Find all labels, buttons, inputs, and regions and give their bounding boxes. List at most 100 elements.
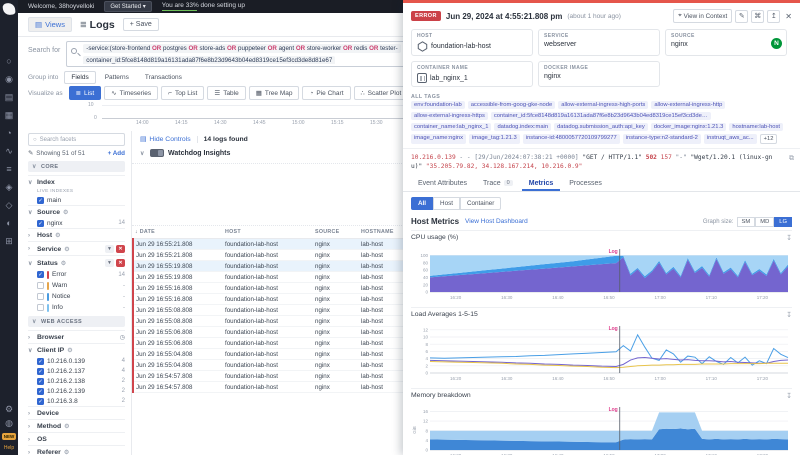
view-host-dashboard-link[interactable]: View Host Dashboard	[465, 218, 528, 225]
tag[interactable]: instruqt_aws_ac...	[703, 134, 757, 144]
tag[interactable]: image_name:nginx	[411, 134, 466, 144]
viz-list[interactable]: ≣ List	[68, 86, 102, 100]
integrations-icon[interactable]: ⊞	[5, 237, 14, 246]
facet-value-10-216-2-137[interactable]: ✓ 10.216.2.137 4	[28, 366, 125, 376]
checkbox[interactable]: ✓	[37, 196, 44, 204]
viz-pie-chart[interactable]: ◔ Pie Chart	[302, 86, 351, 100]
setup-progress[interactable]: You are 33% done setting up	[161, 2, 245, 11]
graph-size-sm[interactable]: SM	[736, 216, 756, 227]
gear-icon[interactable]: ⚙	[64, 423, 69, 430]
shortcuts-icon[interactable]: ⌘	[751, 9, 765, 23]
scope-all[interactable]: All	[411, 196, 434, 210]
graph-size-md[interactable]: MD	[755, 216, 775, 227]
facet-value-10-216-2-139[interactable]: ✓ 10.216.2.139 2	[28, 386, 125, 396]
clock-icon[interactable]: ◷	[120, 334, 125, 341]
facet-value-info[interactable]: Info -	[28, 302, 125, 313]
tab-metrics[interactable]: Metrics	[522, 176, 561, 191]
tab-event-attributes[interactable]: Event Attributes	[411, 176, 474, 191]
checkbox[interactable]: ✓	[37, 219, 44, 227]
get-started-button[interactable]: Get Started ▾	[104, 1, 152, 12]
viz-table[interactable]: ☰ Table	[207, 86, 246, 100]
tag[interactable]: datadog.index:main	[494, 123, 552, 131]
tag[interactable]: hostname:lab-host	[729, 123, 784, 131]
facet-value-warn[interactable]: Warn -	[28, 280, 125, 291]
chart-cpu[interactable]: 0 20 40 60 80 100 Log 16:20 16:30 16:40 16:50 17:00…	[411, 243, 792, 301]
checkbox[interactable]: ✓	[37, 377, 44, 385]
chart-memory[interactable]: 0481216GiBLog16:2016:3016:4016:5017:0017…	[411, 401, 792, 455]
tab-trace[interactable]: Trace 0	[476, 176, 520, 191]
tab-processes[interactable]: Processes	[562, 176, 609, 191]
facet-value-error[interactable]: ✓ Error 14	[28, 269, 125, 280]
facet-os[interactable]: › OS	[28, 432, 125, 445]
view-in-context-button[interactable]: ⌖ View in Context	[673, 9, 733, 23]
card-docker-image[interactable]: DOCKER IMAGE nginx	[538, 61, 660, 87]
viz-scatter-plot[interactable]: ∴ Scatter Plot	[353, 86, 409, 100]
gear-icon[interactable]: ⚙	[67, 347, 72, 354]
checkbox[interactable]	[37, 304, 44, 311]
filter-icon[interactable]: ▼	[105, 245, 114, 253]
facet-device[interactable]: › Device	[28, 406, 125, 419]
edit-icon[interactable]: ✎	[28, 150, 33, 157]
tag[interactable]: container_id:5fce8148d819a16131ada87f6e8…	[490, 112, 711, 120]
download-icon[interactable]: ↧	[786, 392, 792, 400]
facet-value-main[interactable]: ✓ main	[28, 195, 125, 205]
facet-group-web-access[interactable]: ∨ WEB ACCESS	[28, 316, 125, 327]
facet-browser[interactable]: › Browser ◷	[28, 330, 125, 343]
dashboards-icon[interactable]: ▤	[5, 93, 14, 102]
tag[interactable]: allow-external-ingress-http	[651, 101, 726, 109]
synthetics-icon[interactable]: ◇	[5, 201, 14, 210]
facet-value-notice[interactable]: Notice -	[28, 291, 125, 302]
checkbox[interactable]: ✓	[37, 397, 44, 405]
facet-source[interactable]: ∨ Source ⚙	[28, 205, 125, 218]
chart-load[interactable]: 0 2 4 6 8 10 12 Log 16:20 16:30 16:40 16:50 17:00 17:…	[411, 320, 792, 382]
tag[interactable]: allow-external-ingress-high-ports	[558, 101, 649, 109]
facet-client-ip[interactable]: ∨ Client IP ⚙	[28, 343, 125, 356]
copy-icon[interactable]: ⧉	[789, 153, 794, 164]
checkbox[interactable]: ✓	[37, 367, 44, 375]
tag[interactable]: image_tag:1.21.3	[468, 134, 520, 144]
facet-method[interactable]: › Method ⚙	[28, 419, 125, 432]
hide-controls-link[interactable]: ▤ Hide Controls	[140, 135, 191, 144]
column-header-host[interactable]: HOST	[223, 226, 313, 239]
column-header-source[interactable]: SOURCE	[313, 226, 359, 239]
views-button[interactable]: ▤ Views	[28, 17, 72, 32]
remove-facet-icon[interactable]: ✕	[116, 259, 125, 267]
graph-size-lg[interactable]: LG	[774, 216, 792, 227]
scope-host[interactable]: Host	[433, 196, 460, 210]
tag[interactable]: instance-type:n2-standard-2	[622, 134, 701, 144]
checkbox[interactable]: ✓	[37, 271, 44, 278]
logs-icon[interactable]: ≡	[5, 165, 14, 174]
group-tab-transactions[interactable]: Transactions	[138, 71, 189, 84]
search-icon[interactable]: ○	[5, 57, 14, 66]
export-icon[interactable]: ↥	[767, 9, 781, 23]
card-service[interactable]: SERVICE webserver	[538, 29, 660, 56]
tag[interactable]: instance-id:4800057720109799277	[522, 134, 620, 144]
search-token[interactable]: -service:(store-frontend OR postgres OR …	[83, 44, 401, 53]
checkbox[interactable]: ✓	[37, 387, 44, 395]
viz-timeseries[interactable]: ∿ Timeseries	[104, 86, 159, 100]
checkbox[interactable]	[37, 282, 44, 289]
settings-icon[interactable]: ⚙	[5, 405, 13, 414]
close-icon[interactable]: ✕	[785, 12, 792, 21]
column-header-date[interactable]: ↓ DATE	[133, 226, 223, 239]
tag[interactable]: allow-external-ingress-https	[411, 112, 488, 120]
more-tags-button[interactable]: +12	[759, 134, 778, 144]
facet-host[interactable]: › Host ⚙	[28, 228, 125, 241]
facet-value-10-216-3-8[interactable]: ✓ 10.216.3.8 2	[28, 396, 125, 406]
security-icon[interactable]: ◈	[5, 183, 14, 192]
gear-icon[interactable]: ⚙	[64, 246, 69, 253]
card-source[interactable]: SOURCE nginx N	[665, 29, 787, 56]
checkbox[interactable]: ✓	[37, 357, 44, 365]
group-tab-patterns[interactable]: Patterns	[98, 71, 136, 84]
facet-index[interactable]: ∨ Index	[28, 175, 125, 188]
card-container-name[interactable]: CONTAINER NAME lab_nginx_1	[411, 61, 533, 87]
datadog-logo[interactable]	[2, 2, 16, 16]
facet-value-nginx[interactable]: ✓ nginx 14	[28, 218, 125, 228]
tag[interactable]: env:foundation-lab	[411, 101, 465, 109]
edit-icon[interactable]: ✎	[735, 9, 749, 23]
apm-icon[interactable]: ◔	[5, 129, 14, 138]
user-icon[interactable]: ◍	[5, 419, 13, 428]
facet-referer[interactable]: › Referer ⚙	[28, 445, 125, 455]
facet-value-10-216-2-138[interactable]: ✓ 10.216.2.138 2	[28, 376, 125, 386]
download-icon[interactable]: ↧	[786, 234, 792, 242]
